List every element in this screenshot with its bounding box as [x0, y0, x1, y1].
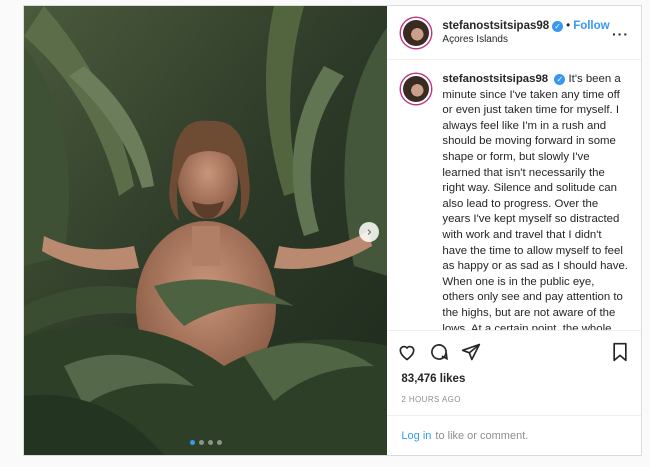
carousel-dot	[189, 440, 195, 445]
carousel-dot	[198, 440, 204, 445]
verified-badge-icon: ✓	[554, 74, 566, 86]
caption: stefanostsitsipas98 ✓ It's been a minute…	[442, 72, 629, 330]
share-icon[interactable]	[461, 342, 481, 362]
carousel-dot	[207, 440, 213, 445]
separator: •	[566, 20, 571, 32]
post-sidebar: stefanostsitsipas98 ✓ • Follow Açores Is…	[387, 6, 641, 455]
follow-button[interactable]: Follow	[573, 20, 609, 32]
timestamp[interactable]: 2 HOURS AGO	[387, 389, 641, 415]
like-count[interactable]: 83,476 likes	[387, 373, 641, 389]
caption-section: stefanostsitsipas98 ✓ It's been a minute…	[387, 60, 641, 330]
login-link[interactable]: Log in	[401, 430, 431, 442]
avatar[interactable]	[401, 17, 432, 48]
username[interactable]: stefanostsitsipas98	[442, 20, 549, 32]
bookmark-icon[interactable]	[611, 342, 629, 362]
post-photo	[24, 6, 388, 455]
location[interactable]: Açores Islands	[442, 34, 609, 45]
verified-badge-icon: ✓	[552, 20, 564, 32]
instagram-post: › stefanostsitsipas98 ✓ • Follow Açores …	[23, 5, 642, 456]
caption-username[interactable]: stefanostsitsipas98	[442, 73, 548, 85]
carousel-indicator	[24, 440, 387, 445]
avatar[interactable]	[401, 74, 432, 104]
action-bar	[387, 330, 641, 373]
login-prompt-text: to like or comment.	[435, 429, 529, 442]
caption-text: It's been a minute since I've taken any …	[442, 73, 628, 330]
post-media[interactable]: ›	[24, 6, 388, 455]
chevron-right-icon: ›	[366, 224, 372, 240]
comment-icon[interactable]	[429, 342, 449, 362]
heart-icon[interactable]	[397, 342, 417, 362]
login-prompt: Log in to like or comment.	[387, 415, 641, 455]
more-options-icon[interactable]: ···	[612, 26, 629, 42]
post-header: stefanostsitsipas98 ✓ • Follow Açores Is…	[387, 6, 641, 60]
carousel-dot	[216, 440, 222, 445]
